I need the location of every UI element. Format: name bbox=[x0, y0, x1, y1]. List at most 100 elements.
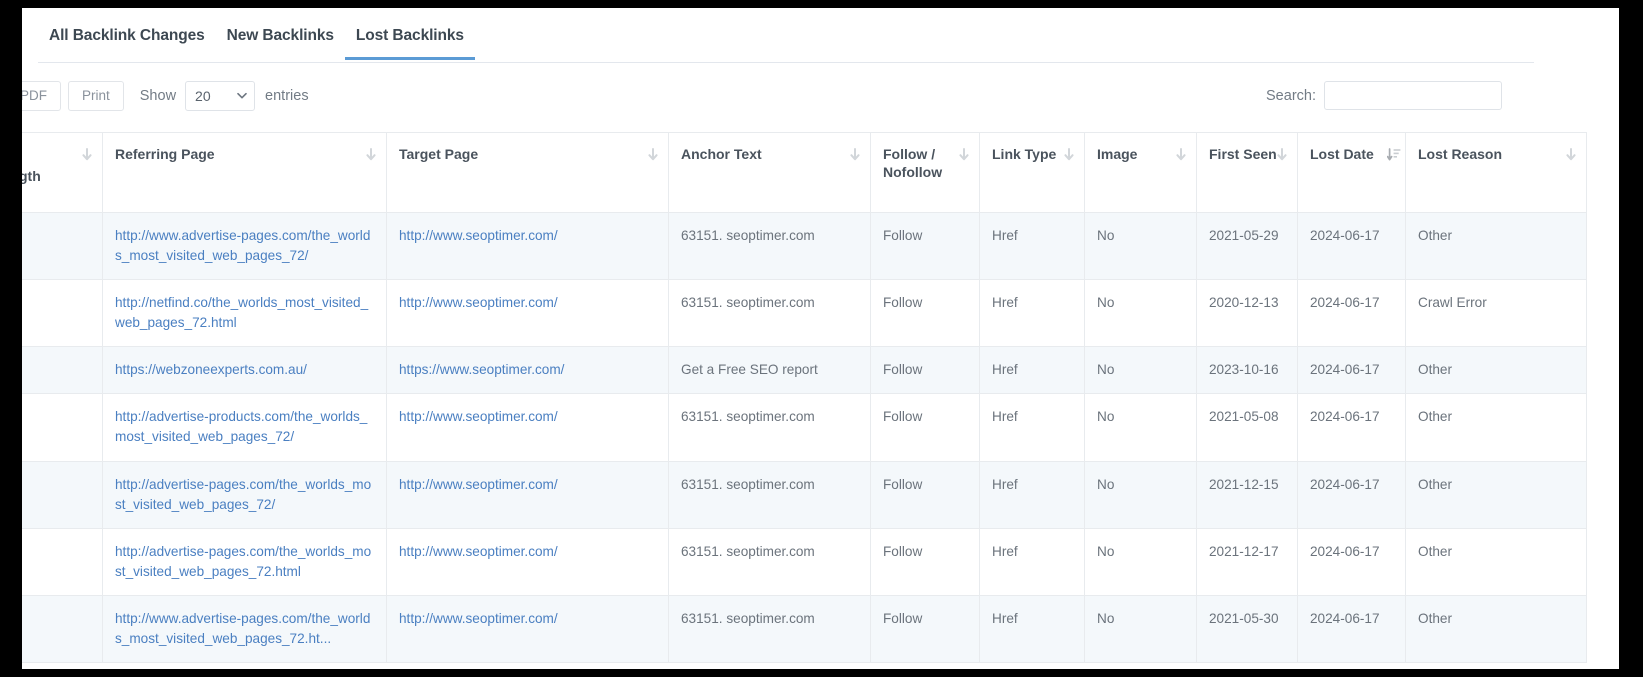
cell-anchor-text: 63151. seoptimer.com bbox=[669, 280, 871, 347]
cell-referring-page: http://advertise-pages.com/the_worlds_mo… bbox=[103, 461, 387, 528]
cell-target-page-link[interactable]: https://www.seoptimer.com/ bbox=[399, 362, 564, 377]
cell-link-type: Href bbox=[980, 347, 1085, 394]
tab-list: All Backlink Changes New Backlinks Lost … bbox=[38, 22, 1534, 62]
cell-first-seen: 2021-05-08 bbox=[1197, 394, 1298, 461]
cell-target-page: http://www.seoptimer.com/ bbox=[387, 212, 669, 279]
cell-lost-reason: Other bbox=[1406, 347, 1587, 394]
table-row: http://www.advertise-pages.com/the_world… bbox=[22, 212, 1587, 279]
column-header-target-page-label: Target Page bbox=[399, 146, 478, 162]
cell-first-seen: 2021-05-30 bbox=[1197, 596, 1298, 663]
cell-image: No bbox=[1085, 528, 1197, 595]
cell-first-seen: 2021-12-17 bbox=[1197, 528, 1298, 595]
backlinks-page: All Backlink Changes New Backlinks Lost … bbox=[22, 8, 1619, 669]
cell-link-type: Href bbox=[980, 461, 1085, 528]
cell-anchor-text: 63151. seoptimer.com bbox=[669, 394, 871, 461]
cell-link-type: Href bbox=[980, 212, 1085, 279]
column-header-lost-reason[interactable]: Lost Reason bbox=[1406, 133, 1587, 213]
cell-link-strength bbox=[22, 212, 103, 279]
cell-target-page-link[interactable]: http://www.seoptimer.com/ bbox=[399, 409, 558, 424]
column-header-image-label: Image bbox=[1097, 146, 1137, 162]
cell-target-page: http://www.seoptimer.com/ bbox=[387, 461, 669, 528]
cell-link-strength bbox=[22, 596, 103, 663]
column-header-link-type[interactable]: Link Type bbox=[980, 133, 1085, 213]
table-header-row: gth Referring Page bbox=[22, 133, 1587, 213]
cell-first-seen: 2021-12-15 bbox=[1197, 461, 1298, 528]
cell-referring-page-link[interactable]: http://advertise-products.com/the_worlds… bbox=[115, 409, 367, 444]
cell-referring-page: http://www.advertise-pages.com/the_world… bbox=[103, 212, 387, 279]
search-label: Search: bbox=[1266, 88, 1316, 104]
cell-referring-page-link[interactable]: http://www.advertise-pages.com/the_world… bbox=[115, 611, 370, 646]
search-input[interactable] bbox=[1324, 81, 1502, 110]
cell-lost-date: 2024-06-17 bbox=[1298, 347, 1406, 394]
sort-arrow-icon bbox=[1276, 148, 1288, 162]
cell-referring-page-link[interactable]: http://advertise-pages.com/the_worlds_mo… bbox=[115, 477, 371, 512]
sort-arrow-icon bbox=[849, 148, 861, 162]
cell-lost-reason: Crawl Error bbox=[1406, 280, 1587, 347]
datatable-toolbar: PDF Print Show 102050100 entries Search: bbox=[22, 81, 1566, 115]
cell-image: No bbox=[1085, 461, 1197, 528]
column-header-first-seen[interactable]: First Seen bbox=[1197, 133, 1298, 213]
export-button-group: PDF Print bbox=[22, 81, 131, 111]
column-header-referring-page-label: Referring Page bbox=[115, 146, 215, 162]
cell-link-type: Href bbox=[980, 394, 1085, 461]
cell-referring-page-link[interactable]: https://webzoneexperts.com.au/ bbox=[115, 362, 307, 377]
cell-lost-reason: Other bbox=[1406, 461, 1587, 528]
sort-arrow-icon bbox=[81, 148, 93, 162]
screen: All Backlink Changes New Backlinks Lost … bbox=[0, 0, 1643, 677]
cell-anchor-text: 63151. seoptimer.com bbox=[669, 212, 871, 279]
cell-referring-page-link[interactable]: http://netfind.co/the_worlds_most_visite… bbox=[115, 295, 368, 330]
backlinks-tabbar: All Backlink Changes New Backlinks Lost … bbox=[38, 22, 1534, 63]
pdf-export-button[interactable]: PDF bbox=[22, 81, 61, 111]
cell-referring-page-link[interactable]: http://advertise-pages.com/the_worlds_mo… bbox=[115, 544, 371, 579]
table-row: http://advertise-pages.com/the_worlds_mo… bbox=[22, 528, 1587, 595]
cell-link-type: Href bbox=[980, 596, 1085, 663]
cell-image: No bbox=[1085, 394, 1197, 461]
toolbar-left-group: PDF Print Show 102050100 entries bbox=[22, 81, 318, 111]
column-header-link-type-label: Link Type bbox=[992, 146, 1056, 162]
column-header-lost-date[interactable]: Lost Date bbox=[1298, 133, 1406, 213]
page-length-select[interactable]: 102050100 bbox=[185, 81, 255, 111]
column-header-image[interactable]: Image bbox=[1085, 133, 1197, 213]
cell-lost-date: 2024-06-17 bbox=[1298, 528, 1406, 595]
cell-lost-date: 2024-06-17 bbox=[1298, 596, 1406, 663]
column-header-anchor-text[interactable]: Anchor Text bbox=[669, 133, 871, 213]
cell-referring-page: http://advertise-products.com/the_worlds… bbox=[103, 394, 387, 461]
cell-lost-date: 2024-06-17 bbox=[1298, 394, 1406, 461]
cell-target-page-link[interactable]: http://www.seoptimer.com/ bbox=[399, 228, 558, 243]
column-header-anchor-text-label: Anchor Text bbox=[681, 146, 762, 162]
cell-referring-page: http://www.advertise-pages.com/the_world… bbox=[103, 596, 387, 663]
column-header-follow-nofollow[interactable]: Follow / Nofollow bbox=[871, 133, 980, 213]
table-row: http://advertise-products.com/the_worlds… bbox=[22, 394, 1587, 461]
cell-target-page-link[interactable]: http://www.seoptimer.com/ bbox=[399, 611, 558, 626]
print-button[interactable]: Print bbox=[68, 81, 124, 111]
tab-all-backlink-changes[interactable]: All Backlink Changes bbox=[38, 22, 216, 60]
column-header-link-strength[interactable]: gth bbox=[22, 133, 103, 213]
cell-target-page: http://www.seoptimer.com/ bbox=[387, 394, 669, 461]
cell-lost-reason: Other bbox=[1406, 394, 1587, 461]
cell-target-page-link[interactable]: http://www.seoptimer.com/ bbox=[399, 295, 558, 310]
cell-link-strength bbox=[22, 280, 103, 347]
cell-lost-reason: Other bbox=[1406, 212, 1587, 279]
sort-arrow-icon bbox=[365, 148, 377, 162]
cell-follow-nofollow: Follow bbox=[871, 280, 980, 347]
cell-target-page-link[interactable]: http://www.seoptimer.com/ bbox=[399, 477, 558, 492]
column-header-target-page[interactable]: Target Page bbox=[387, 133, 669, 213]
column-header-lost-reason-label: Lost Reason bbox=[1418, 146, 1502, 162]
cell-lost-date: 2024-06-17 bbox=[1298, 280, 1406, 347]
cell-image: No bbox=[1085, 212, 1197, 279]
tab-lost-backlinks[interactable]: Lost Backlinks bbox=[345, 22, 475, 60]
cell-image: No bbox=[1085, 347, 1197, 394]
cell-image: No bbox=[1085, 596, 1197, 663]
column-header-referring-page[interactable]: Referring Page bbox=[103, 133, 387, 213]
cell-referring-page: https://webzoneexperts.com.au/ bbox=[103, 347, 387, 394]
cell-referring-page-link[interactable]: http://www.advertise-pages.com/the_world… bbox=[115, 228, 370, 263]
cell-target-page-link[interactable]: http://www.seoptimer.com/ bbox=[399, 544, 558, 559]
cell-follow-nofollow: Follow bbox=[871, 212, 980, 279]
cell-lost-date: 2024-06-17 bbox=[1298, 212, 1406, 279]
table-row: https://webzoneexperts.com.au/https://ww… bbox=[22, 347, 1587, 394]
cell-target-page: http://www.seoptimer.com/ bbox=[387, 596, 669, 663]
cell-anchor-text: 63151. seoptimer.com bbox=[669, 528, 871, 595]
cell-referring-page: http://advertise-pages.com/the_worlds_mo… bbox=[103, 528, 387, 595]
tab-new-backlinks[interactable]: New Backlinks bbox=[216, 22, 345, 60]
sort-arrow-icon bbox=[1565, 148, 1577, 162]
